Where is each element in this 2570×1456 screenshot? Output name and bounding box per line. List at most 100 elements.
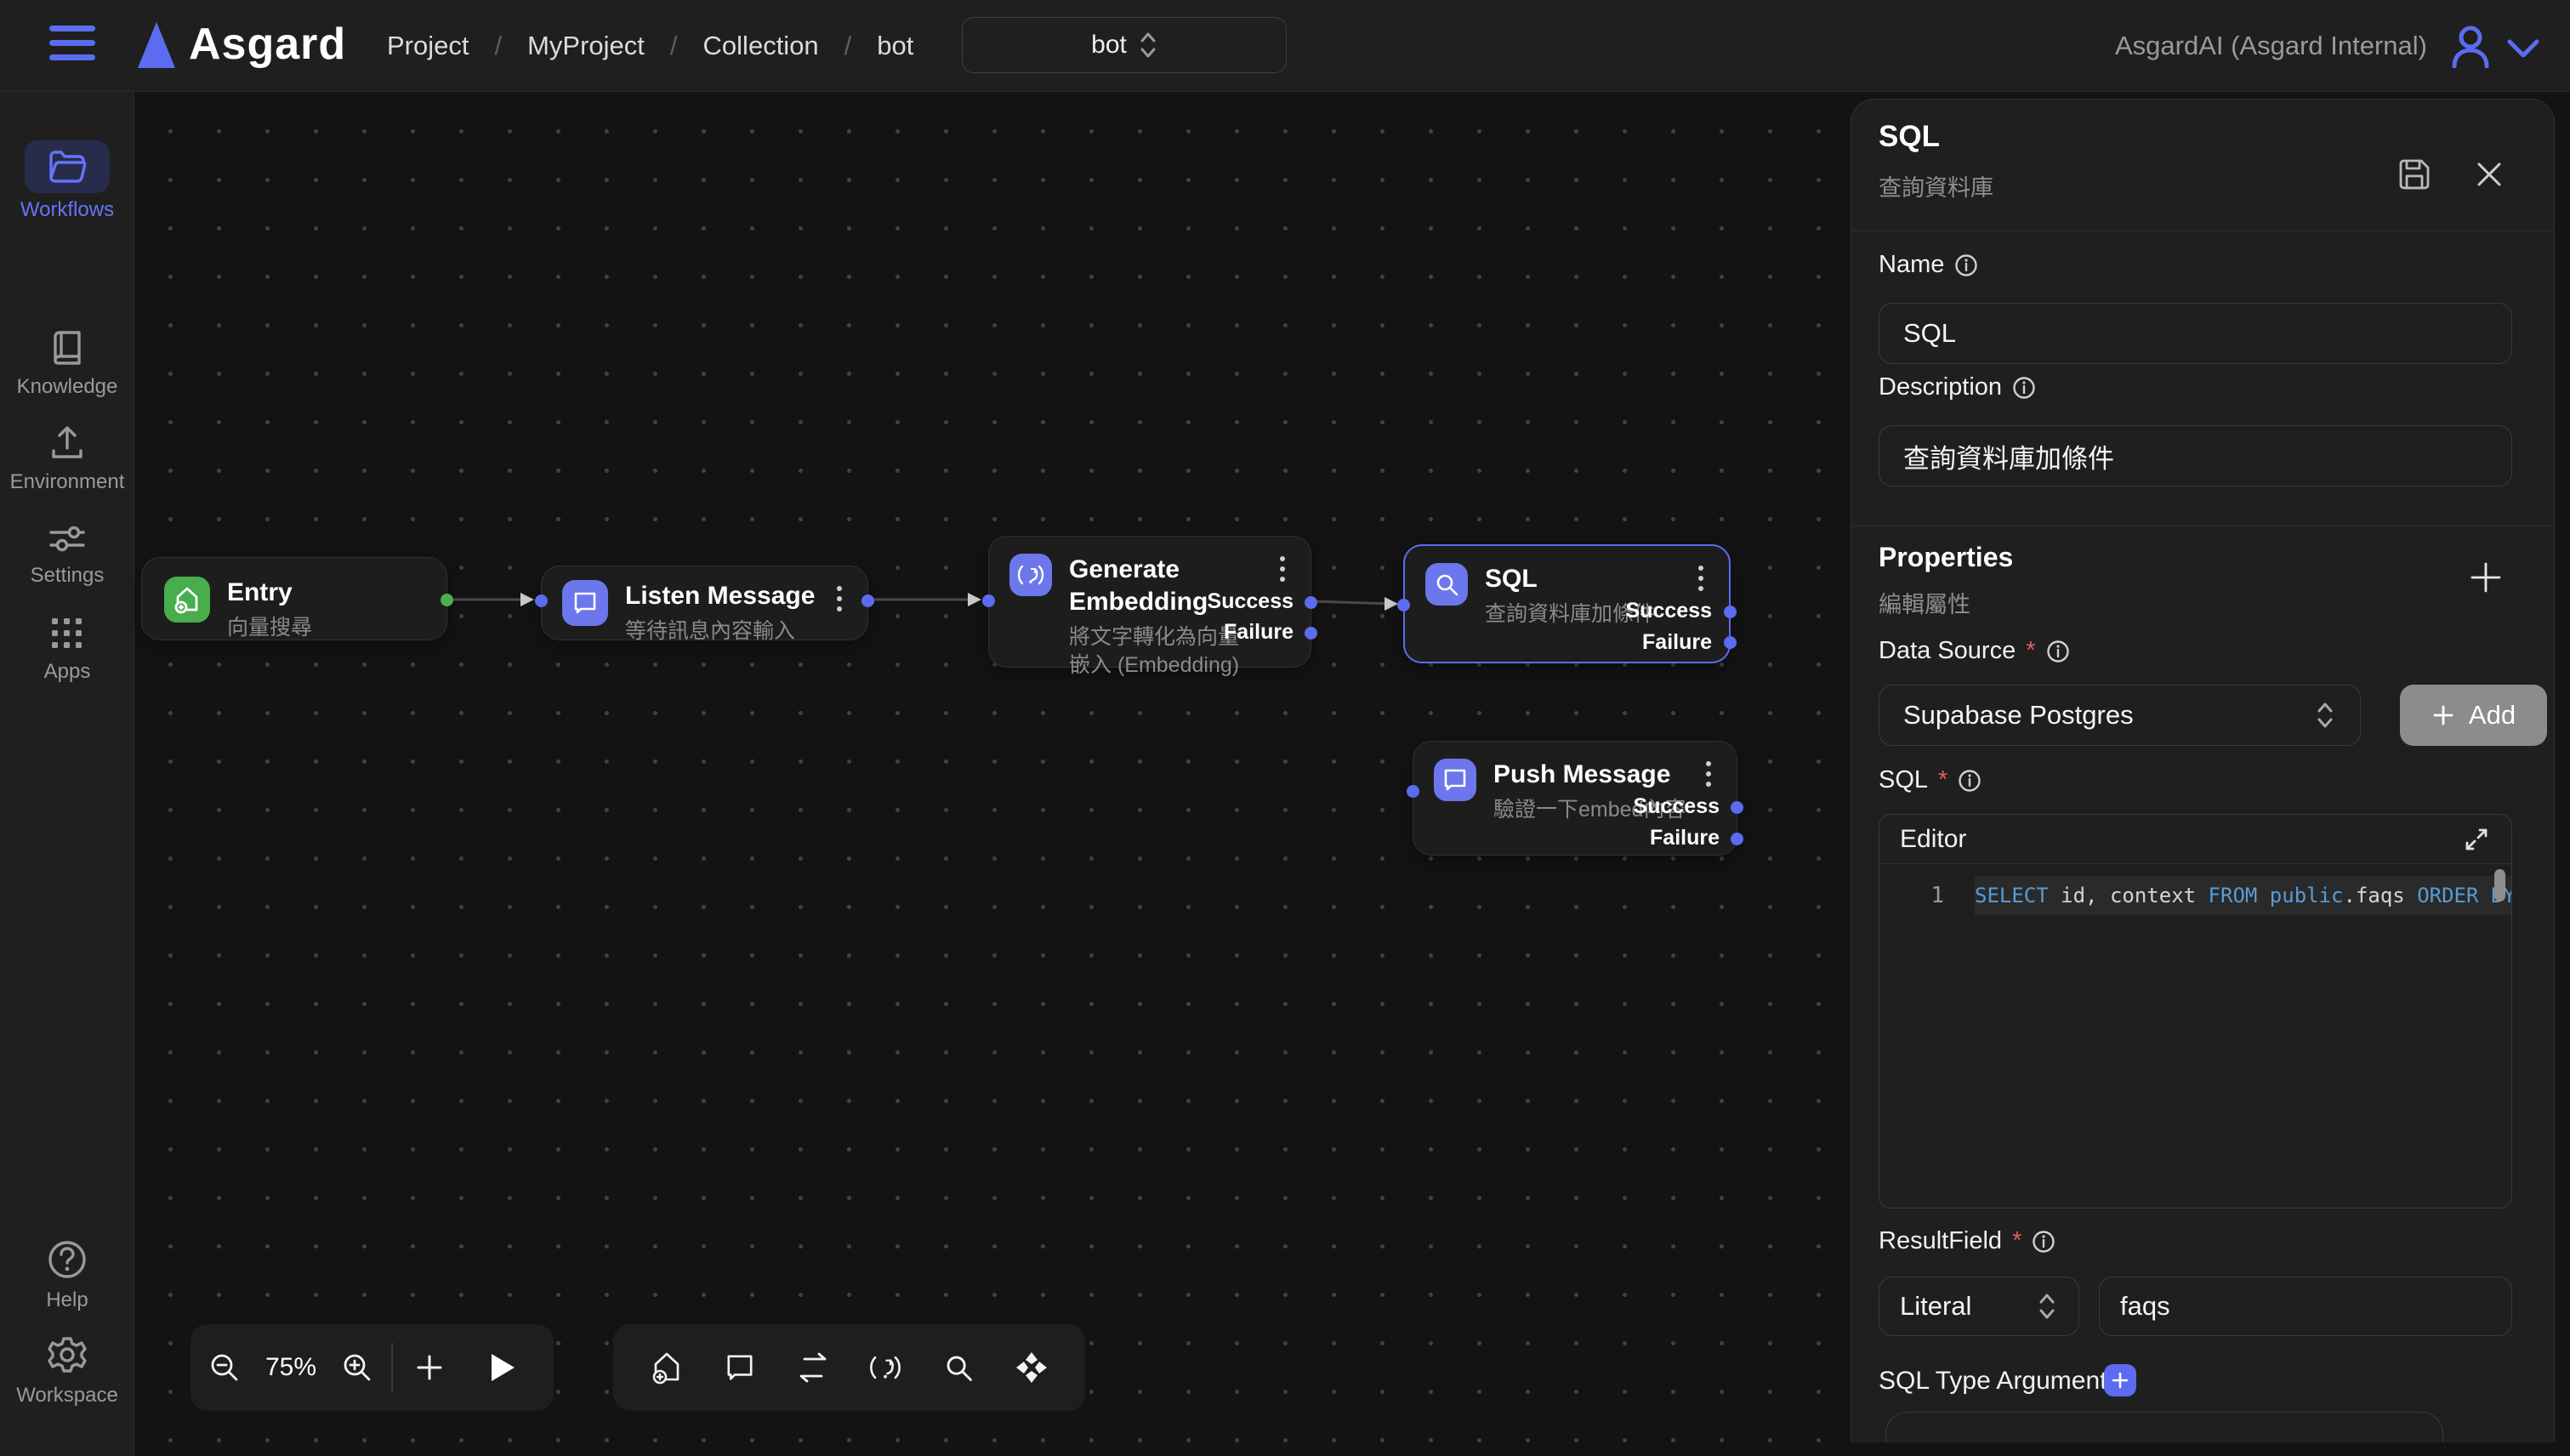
sidebar-item-apps[interactable]: Apps xyxy=(0,614,134,684)
sidebar-item-environment[interactable]: Environment xyxy=(0,424,134,494)
output-port-success[interactable] xyxy=(1724,606,1737,618)
output-port-failure[interactable] xyxy=(1305,627,1317,640)
code-content: SELECT id, context FROM public.faqs ORDE… xyxy=(1975,876,2511,915)
add-data-source-button[interactable]: Add xyxy=(2400,685,2547,746)
chat-bubble-icon xyxy=(562,580,608,626)
required-asterisk: * xyxy=(1938,766,1947,794)
sidebar-item-workspace[interactable]: Workspace xyxy=(0,1334,134,1408)
node-listen-message[interactable]: Listen Message 等待訊息內容輸入 xyxy=(541,566,868,640)
node-entry[interactable]: Entry 向量搜尋 xyxy=(141,557,447,640)
zoom-out-icon[interactable] xyxy=(190,1324,259,1411)
output-port-failure[interactable] xyxy=(1731,833,1743,845)
node-title: Push Message xyxy=(1493,759,1686,791)
info-icon[interactable] xyxy=(2012,376,2036,400)
result-field-type-select[interactable]: Literal xyxy=(1879,1277,2079,1336)
sidebar-item-workflows[interactable]: Workflows xyxy=(0,140,134,222)
output-label-failure: Failure xyxy=(1650,826,1720,850)
entry-node-icon[interactable] xyxy=(637,1324,697,1411)
chat-bubble-icon xyxy=(1434,759,1476,801)
breadcrumb-myproject[interactable]: MyProject xyxy=(527,31,645,61)
breadcrumb-bot[interactable]: bot xyxy=(877,31,913,61)
name-field-label: Name xyxy=(1879,251,1978,279)
sliders-icon xyxy=(25,519,110,558)
result-field-input[interactable]: faqs xyxy=(2099,1277,2512,1336)
sidebar-item-knowledge[interactable]: Knowledge xyxy=(0,328,134,399)
input-port[interactable] xyxy=(535,594,548,607)
breadcrumb-project[interactable]: Project xyxy=(387,31,469,61)
add-sql-type-argument-button[interactable] xyxy=(2104,1364,2136,1396)
node-menu-icon[interactable] xyxy=(1696,759,1721,789)
add-node-button[interactable] xyxy=(393,1324,466,1411)
required-asterisk: * xyxy=(2012,1227,2021,1255)
description-input[interactable]: 查詢資料庫加條件 xyxy=(1879,425,2512,486)
node-sql[interactable]: SQL 查詢資料庫加條件 Success Failure xyxy=(1403,544,1731,663)
info-icon[interactable] xyxy=(2046,640,2070,663)
output-port-success[interactable] xyxy=(1305,596,1317,609)
expand-icon[interactable] xyxy=(2462,825,2491,854)
description-field-label: Description xyxy=(1879,373,2036,401)
user-avatar-icon[interactable] xyxy=(2449,24,2492,68)
sidebar-item-help[interactable]: Help xyxy=(0,1238,134,1312)
info-icon[interactable] xyxy=(1954,253,1978,277)
run-workflow-button[interactable] xyxy=(466,1324,539,1411)
input-port[interactable] xyxy=(1407,785,1419,798)
breadcrumb: Project / MyProject / Collection / bot xyxy=(387,31,913,61)
panel-subtitle: 查詢資料庫 xyxy=(1879,169,1993,202)
output-label-success: Success xyxy=(1208,589,1294,614)
sidebar-item-label: Workspace xyxy=(0,1384,134,1408)
node-menu-icon[interactable] xyxy=(1270,554,1295,584)
zoom-in-icon[interactable] xyxy=(323,1324,391,1411)
node-title: Entry xyxy=(227,577,312,609)
workflow-select[interactable]: bot xyxy=(962,17,1287,73)
input-port[interactable] xyxy=(1397,599,1410,611)
search-node-icon[interactable] xyxy=(929,1324,988,1411)
chevron-updown-icon xyxy=(2036,1292,2058,1321)
sidebar-item-label: Knowledge xyxy=(0,375,134,399)
name-input[interactable]: SQL xyxy=(1879,303,2512,364)
sidebar-item-label: Settings xyxy=(0,564,134,588)
node-subtitle: 將文字轉化為向量嵌入 (Embedding) xyxy=(1069,623,1249,680)
result-field-label: ResultField * xyxy=(1879,1227,2055,1255)
apps-grid-icon xyxy=(25,614,110,653)
sidebar-item-label: Environment xyxy=(0,470,134,494)
output-port[interactable] xyxy=(861,594,874,607)
add-property-icon[interactable] xyxy=(2465,557,2506,598)
node-menu-icon[interactable] xyxy=(1688,563,1714,594)
data-source-select[interactable]: Supabase Postgres xyxy=(1879,685,2361,746)
editor-scrollbar-thumb[interactable] xyxy=(2494,869,2505,901)
output-port-success[interactable] xyxy=(1731,801,1743,814)
sql-field-label: SQL * xyxy=(1879,766,1982,794)
info-icon[interactable] xyxy=(1958,769,1982,793)
output-port-failure[interactable] xyxy=(1724,636,1737,649)
info-icon[interactable] xyxy=(2032,1230,2055,1254)
zoom-toolbar: 75% xyxy=(190,1324,554,1411)
book-icon xyxy=(25,328,110,367)
node-subtitle: 等待訊息內容輸入 xyxy=(625,617,815,646)
code-line[interactable]: 1 SELECT id, context FROM public.faqs OR… xyxy=(1879,876,2511,915)
close-icon[interactable] xyxy=(2472,157,2506,191)
message-node-icon[interactable] xyxy=(710,1324,770,1411)
hamburger-menu-icon[interactable] xyxy=(49,26,95,66)
output-port[interactable] xyxy=(441,594,453,606)
account-chevron-down-icon[interactable] xyxy=(2505,37,2541,60)
input-port[interactable] xyxy=(982,594,995,607)
sync-circle-icon xyxy=(1009,554,1052,596)
sql-type-arguments-label: SQL Type Arguments xyxy=(1879,1367,2120,1396)
zoom-level-label: 75% xyxy=(259,1353,323,1382)
breadcrumb-collection[interactable]: Collection xyxy=(703,31,819,61)
save-icon[interactable] xyxy=(2396,156,2433,193)
node-menu-icon[interactable] xyxy=(827,583,852,614)
diamond-logo-icon[interactable] xyxy=(1002,1324,1061,1411)
sql-code-editor[interactable]: Editor 1 SELECT id, context FROM public.… xyxy=(1879,814,2512,1209)
embedding-node-icon[interactable] xyxy=(856,1324,915,1411)
node-push-message[interactable]: Push Message 驗證一下embed內容 Success Failure xyxy=(1413,741,1737,856)
house-plus-icon xyxy=(164,577,210,623)
breadcrumb-separator: / xyxy=(494,31,502,61)
node-generate-embedding[interactable]: Generate Embedding 將文字轉化為向量嵌入 (Embedding… xyxy=(988,536,1311,668)
node-title: Listen Message xyxy=(625,580,815,612)
output-label-failure: Failure xyxy=(1224,620,1294,645)
swap-arrows-icon[interactable] xyxy=(783,1324,843,1411)
chevron-updown-icon xyxy=(1139,31,1157,60)
brand-title: Asgard xyxy=(189,19,346,70)
sidebar-item-settings[interactable]: Settings xyxy=(0,519,134,588)
